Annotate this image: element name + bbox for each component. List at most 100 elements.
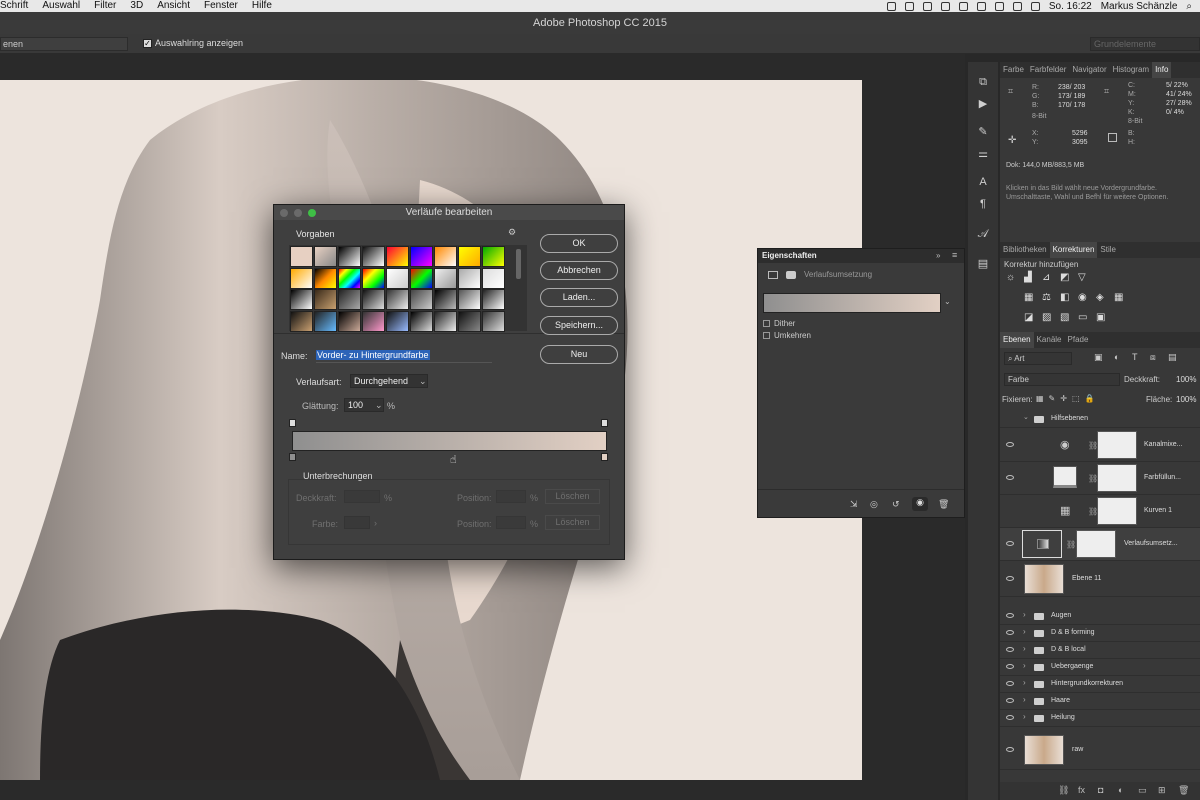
presets-scrollbar[interactable] [516, 249, 521, 279]
gradient-preset-swatch[interactable] [482, 289, 505, 310]
volume-icon[interactable] [1012, 1, 1022, 11]
airplay-icon[interactable] [976, 1, 986, 11]
tab-info[interactable]: Info [1152, 62, 1172, 78]
layer-group-hilfsebenen[interactable]: ⌄ Hilfsebenen [1000, 411, 1200, 428]
load-button[interactable]: Laden... [540, 288, 618, 307]
layer-kurven[interactable]: ▦ ⛓ Kurven 1 [1000, 495, 1200, 528]
ok-button[interactable]: OK [540, 234, 618, 253]
gradient-preset-swatch[interactable] [314, 289, 337, 310]
gradient-preset-swatch[interactable] [290, 246, 313, 267]
gradient-preset-swatch[interactable] [410, 310, 433, 332]
save-button[interactable]: Speichern... [540, 316, 618, 335]
menu-3d[interactable]: 3D [130, 0, 143, 12]
reset-icon[interactable]: ↺ [892, 499, 900, 510]
gradient-preset-swatch[interactable] [362, 289, 385, 310]
view-previous-icon[interactable]: ◎ [870, 499, 878, 510]
eye-icon[interactable] [1006, 747, 1014, 752]
tab-bibliotheken[interactable]: Bibliotheken [1000, 242, 1050, 258]
posterize-icon[interactable]: ▨ [1042, 312, 1051, 323]
fill-value[interactable]: 100% [1176, 395, 1196, 404]
tab-navigator[interactable]: Navigator [1069, 62, 1109, 78]
invert-icon[interactable]: ◪ [1024, 312, 1033, 323]
gradient-preset-swatch[interactable] [290, 267, 313, 289]
chevron-right-icon[interactable]: › [1023, 695, 1026, 704]
add-mask-icon[interactable]: ◘ [1098, 785, 1103, 795]
workspace-select[interactable]: Grundelemente [1090, 37, 1200, 51]
layer-group-augen[interactable]: › Augen [1000, 608, 1200, 625]
brush-settings-icon[interactable]: ⚌ [977, 148, 989, 160]
gradient-preset-swatch[interactable] [362, 267, 385, 289]
minimize-window-icon[interactable] [294, 209, 302, 217]
lock-icons[interactable]: ▦✎✛⬚🔒 [1036, 394, 1099, 403]
tab-korrekturen[interactable]: Korrekturen [1049, 242, 1098, 258]
gradient-map-preview[interactable] [763, 293, 941, 313]
chevron-right-icon[interactable]: › [1023, 661, 1026, 670]
stop-opacity-position-input[interactable] [496, 490, 526, 503]
color-balance-icon[interactable]: ⚖ [1042, 292, 1051, 303]
eye-icon[interactable] [1006, 613, 1014, 618]
menu-hilfe[interactable]: Hilfe [252, 0, 272, 12]
eye-icon[interactable] [1006, 630, 1014, 635]
color-lookup-icon[interactable]: ▦ [1114, 292, 1123, 303]
expand-chevron-icon[interactable]: ⌄ [1023, 413, 1029, 421]
gradient-preset-swatch[interactable] [290, 310, 313, 332]
trash-icon[interactable]: 🗑 [938, 499, 949, 510]
actions-play-icon[interactable]: ▶ [977, 98, 989, 110]
gradient-preset-swatch[interactable] [410, 289, 433, 310]
gradient-preset-swatch[interactable] [338, 246, 361, 267]
menu-filter[interactable]: Filter [94, 0, 116, 12]
eye-icon[interactable] [1006, 681, 1014, 686]
reverse-checkbox[interactable] [763, 332, 770, 339]
gradient-preset-swatch[interactable] [458, 310, 481, 332]
fx-icon[interactable]: fx [1078, 785, 1085, 795]
gradient-preset-swatch[interactable] [434, 310, 457, 332]
tab-histogram[interactable]: Histogram [1110, 62, 1152, 78]
gradient-preset-swatch[interactable] [482, 246, 505, 267]
delete-opacity-stop-button[interactable]: Löschen [545, 489, 600, 504]
layer-group-db-local[interactable]: › D & B local [1000, 642, 1200, 659]
tab-kanaele[interactable]: Kanäle [1034, 332, 1065, 348]
brightness-icon[interactable]: ☼ [1006, 272, 1015, 283]
gradient-preset-swatch[interactable] [386, 246, 409, 267]
mask-icon[interactable] [786, 271, 796, 279]
opacity-stop-left[interactable] [289, 419, 296, 427]
gradient-preset-swatch[interactable] [362, 310, 385, 332]
stop-opacity-input[interactable] [344, 490, 380, 503]
delete-color-stop-button[interactable]: Löschen [545, 515, 600, 530]
panel-menu-icon[interactable]: ≡ [952, 250, 957, 260]
name-input[interactable]: Vorder- zu Hintergrundfarbe [316, 349, 492, 363]
layer-group-heilung[interactable]: › Heilung [1000, 710, 1200, 727]
layer-group-db-forming[interactable]: › D & B forming [1000, 625, 1200, 642]
stop-color-position-input[interactable] [496, 516, 526, 529]
eye-icon[interactable] [1006, 541, 1014, 546]
wifi-icon[interactable] [994, 1, 1004, 11]
glyphs-icon[interactable]: 𝒜 [977, 228, 989, 240]
new-adjustment-icon[interactable]: ◐ [1118, 785, 1123, 795]
gradient-preset-swatch[interactable] [338, 310, 361, 332]
opacity-stop-right[interactable] [601, 419, 608, 427]
gradient-map-icon[interactable]: ▭ [1078, 312, 1087, 323]
gradient-preset-swatch[interactable] [314, 267, 337, 289]
gradient-preset-swatch[interactable] [386, 289, 409, 310]
opacity-value[interactable]: 100% [1176, 375, 1196, 384]
presets-gear-icon[interactable]: ⚙ [508, 227, 516, 238]
gradient-preset-swatch[interactable] [386, 310, 409, 332]
gradient-dropdown-icon[interactable]: ⌄ [944, 297, 951, 306]
gradient-bar[interactable] [292, 431, 607, 451]
tab-farbfelder[interactable]: Farbfelder [1027, 62, 1069, 78]
gradient-preset-swatch[interactable] [314, 246, 337, 267]
eye-icon[interactable] [1006, 715, 1014, 720]
tab-farbe[interactable]: Farbe [1000, 62, 1027, 78]
battery-icon[interactable] [1030, 1, 1040, 11]
character-icon[interactable]: A [977, 176, 989, 188]
gradient-preset-swatch[interactable] [458, 267, 481, 289]
stop-color-swatch[interactable] [344, 516, 370, 529]
gradient-preset-swatch[interactable] [434, 246, 457, 267]
tab-pfade[interactable]: Pfade [1065, 332, 1092, 348]
levels-icon[interactable]: ▟ [1024, 272, 1032, 283]
gradient-preset-swatch[interactable] [290, 289, 313, 310]
menu-schrift[interactable]: Schrift [0, 0, 28, 12]
tab-ebenen[interactable]: Ebenen [1000, 332, 1034, 348]
chevron-right-icon[interactable]: › [1023, 712, 1026, 721]
chevron-right-icon[interactable]: › [1023, 610, 1026, 619]
